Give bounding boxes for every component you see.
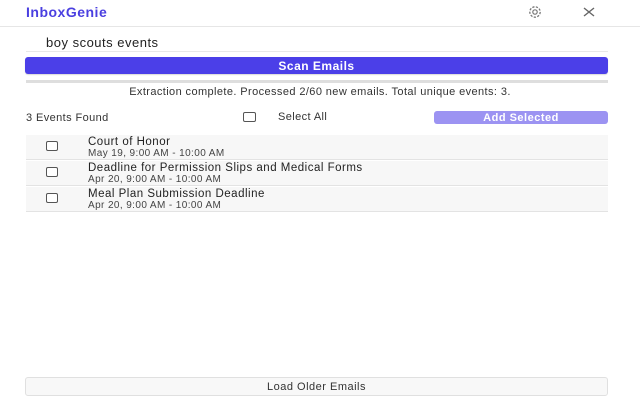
select-all-toggle[interactable]: Select All [243, 111, 327, 123]
search-input[interactable] [26, 34, 608, 52]
select-all-label: Select All [278, 111, 328, 123]
event-checkbox[interactable] [46, 141, 58, 151]
event-title: Court of Honor [88, 136, 171, 148]
divider [26, 80, 608, 83]
gear-icon[interactable] [524, 2, 546, 22]
scan-emails-button[interactable]: Scan Emails [25, 57, 608, 74]
event-time: May 19, 9:00 AM - 10:00 AM [88, 148, 225, 159]
event-title: Deadline for Permission Slips and Medica… [88, 162, 363, 174]
app-title: InboxGenie [26, 4, 108, 20]
event-list: Court of Honor May 19, 9:00 AM - 10:00 A… [26, 135, 608, 213]
status-message: Extraction complete. Processed 2/60 new … [129, 86, 511, 98]
event-checkbox[interactable] [46, 167, 58, 177]
events-count: 3 Events Found [26, 112, 109, 124]
event-checkbox[interactable] [46, 193, 58, 203]
event-time: Apr 20, 9:00 AM - 10:00 AM [88, 174, 222, 185]
close-icon[interactable] [578, 2, 600, 22]
inboxgenie-popup: InboxGenie Scan Emails Extraction comple… [0, 0, 640, 400]
add-selected-button[interactable]: Add Selected [434, 111, 608, 124]
load-older-emails-button[interactable]: Load Older Emails [25, 377, 608, 396]
select-all-checkbox[interactable] [243, 112, 256, 122]
header: InboxGenie [0, 0, 640, 27]
event-item[interactable]: Deadline for Permission Slips and Medica… [26, 161, 608, 186]
event-item[interactable]: Court of Honor May 19, 9:00 AM - 10:00 A… [26, 135, 608, 160]
event-title: Meal Plan Submission Deadline [88, 188, 265, 200]
event-item[interactable]: Meal Plan Submission Deadline Apr 20, 9:… [26, 187, 608, 212]
event-time: Apr 20, 9:00 AM - 10:00 AM [88, 200, 222, 211]
